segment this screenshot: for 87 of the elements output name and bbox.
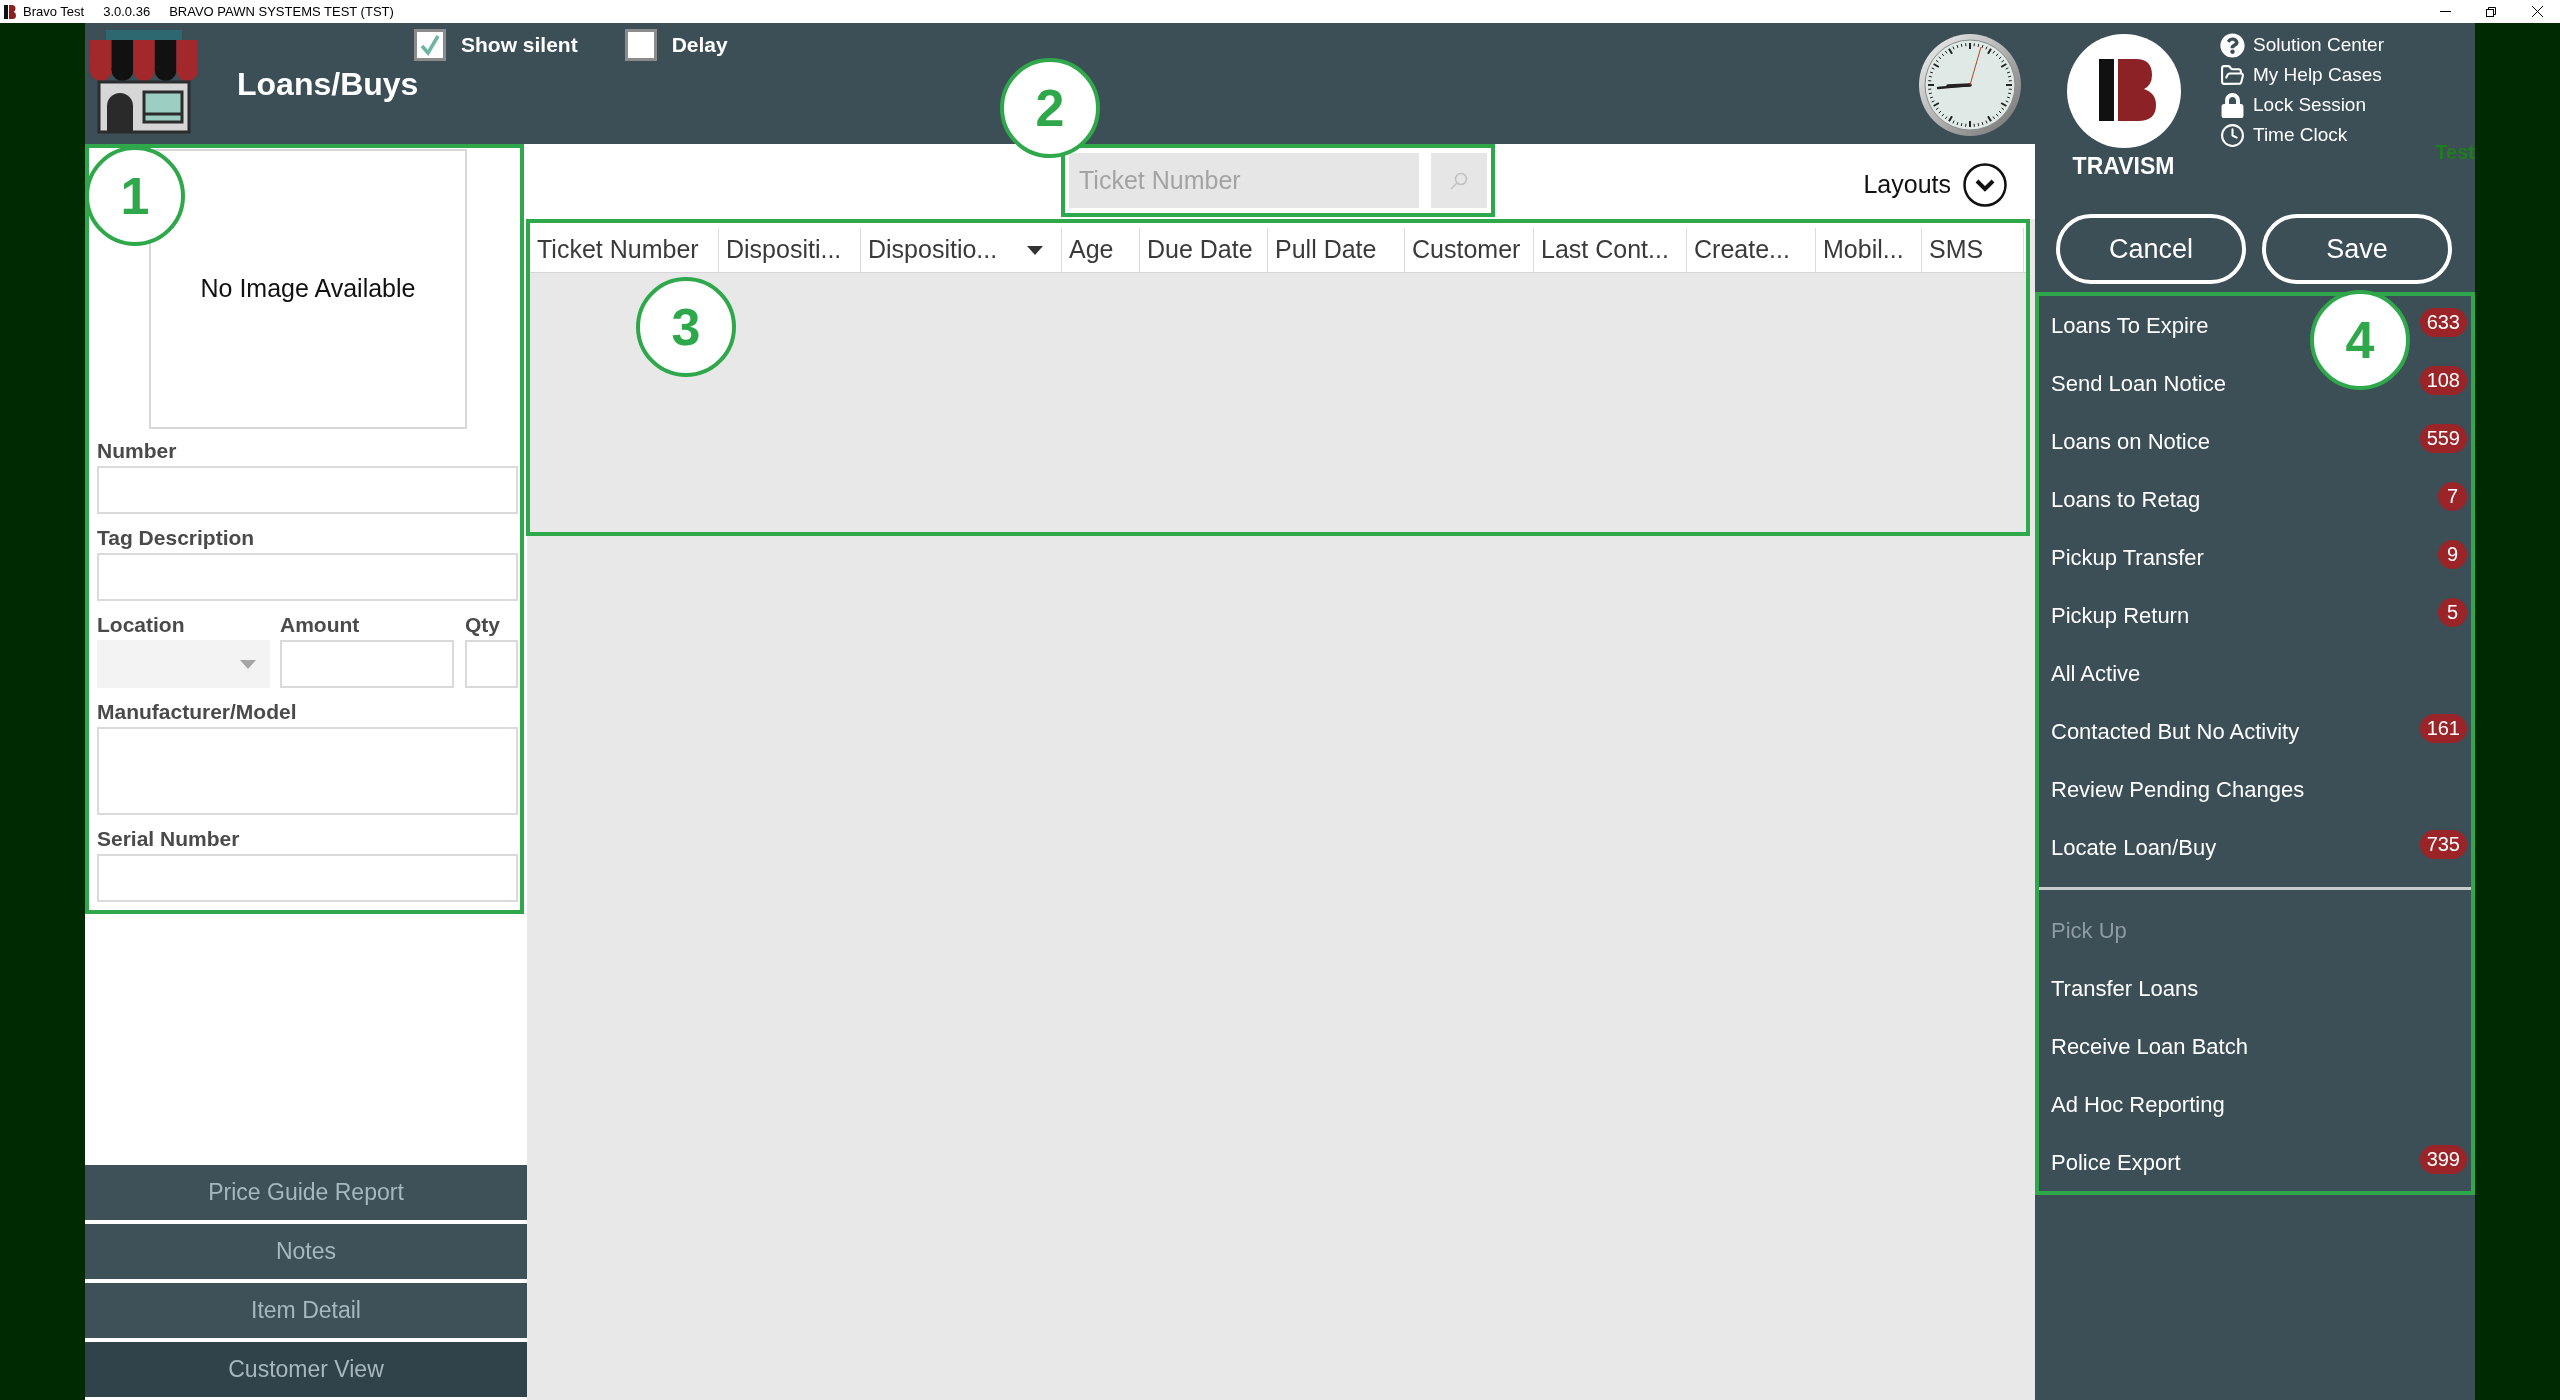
close-icon — [2531, 6, 2543, 17]
restore-icon — [2486, 6, 2496, 17]
panel-tab[interactable]: Customer View — [85, 1342, 527, 1397]
column-header[interactable]: Age — [1062, 228, 1140, 272]
action-button[interactable]: Save — [2262, 214, 2452, 284]
count-badge: 633 — [2419, 307, 2467, 337]
input-field[interactable] — [97, 553, 518, 601]
app-logo-icon — [4, 4, 16, 19]
search-field[interactable]: Ticket Number — [1069, 153, 1419, 208]
search-button[interactable] — [1431, 153, 1487, 208]
panel-tab[interactable]: Item Detail — [85, 1283, 527, 1338]
column-header[interactable]: Customer — [1405, 228, 1534, 272]
field-label: Tag Description — [97, 525, 255, 551]
wall-clock-icon — [1918, 33, 2022, 137]
image-field[interactable]: No Image Available — [149, 149, 467, 429]
queue-item[interactable]: Locate Loan/Buy 735 — [2039, 818, 2471, 876]
column-header[interactable]: SMS — [1922, 228, 2024, 272]
layouts-dropdown[interactable]: Layouts — [1863, 163, 2007, 207]
column-header[interactable]: Create... — [1687, 228, 1816, 272]
count-badge: 399 — [2419, 1144, 2467, 1174]
dropdown-field[interactable] — [97, 640, 270, 688]
checkbox-label: Show silent — [461, 32, 578, 59]
count-badge: 108 — [2419, 365, 2467, 395]
queue-item[interactable]: Loans on Notice 559 — [2039, 412, 2471, 470]
callout-number: 3 — [636, 277, 736, 377]
count-badge: 5 — [2438, 597, 2467, 627]
count-badge: 735 — [2419, 829, 2467, 859]
count-badge: 161 — [2419, 713, 2467, 743]
environment-tag: Test — [2435, 140, 2475, 164]
environment-name: BRAVO PAWN SYSTEMS TEST (TST) — [169, 2, 394, 21]
queue-item[interactable]: Contacted But No Activity 161 — [2039, 702, 2471, 760]
count-badge: 9 — [2438, 539, 2467, 569]
clock-icon — [2220, 122, 2245, 148]
help-icon — [2220, 32, 2245, 58]
queue-item[interactable]: Receive Loan Batch — [2039, 1017, 2471, 1075]
chevron-down-icon — [1963, 163, 2007, 207]
text-area[interactable] — [97, 727, 518, 815]
user-name: TRAVISM — [2072, 153, 2175, 179]
queue-item[interactable]: Transfer Loans — [2039, 959, 2471, 1017]
column-header[interactable]: Pull Date — [1268, 228, 1405, 272]
input-field[interactable] — [465, 640, 518, 688]
checkbox-label: Delay — [671, 32, 728, 59]
queue-item[interactable]: Review Pending Changes — [2039, 760, 2471, 818]
count-badge: 559 — [2419, 423, 2467, 453]
column-header[interactable]: Dispositio... — [861, 228, 1062, 272]
lock-icon — [2220, 92, 2245, 118]
queue-item[interactable]: Ad Hoc Reporting — [2039, 1075, 2471, 1133]
queue-item[interactable]: All Active — [2039, 644, 2471, 702]
field-label: Number — [97, 438, 177, 464]
caret-icon — [240, 659, 256, 669]
check-icon — [419, 34, 441, 56]
queue-item[interactable]: Pickup Transfer 9 — [2039, 528, 2471, 586]
search-icon — [1450, 171, 1468, 190]
header-link[interactable]: Time Clock — [2220, 120, 2348, 150]
action-button[interactable]: Cancel — [2056, 214, 2246, 284]
minimize-icon — [2439, 11, 2451, 12]
column-header[interactable]: Due Date — [1140, 228, 1268, 272]
header-link[interactable]: Lock Session — [2220, 90, 2366, 120]
checkbox[interactable] — [624, 29, 657, 61]
header-link[interactable]: My Help Cases — [2220, 60, 2382, 90]
count-badge: 7 — [2438, 481, 2467, 511]
column-header[interactable]: Dispositi... — [719, 228, 861, 272]
input-field[interactable] — [97, 466, 518, 514]
header-link[interactable]: Solution Center — [2220, 30, 2384, 60]
field-label: Qty — [465, 612, 500, 638]
store-icon — [90, 30, 198, 134]
column-header[interactable]: Ticket Number — [530, 228, 719, 272]
field-label: Location — [97, 612, 185, 638]
field-label: Amount — [280, 612, 360, 638]
queue-item[interactable]: Loans to Retag 7 — [2039, 470, 2471, 528]
input-field[interactable] — [280, 640, 454, 688]
app-name: Bravo Test — [23, 2, 85, 21]
caret-icon — [1027, 245, 1043, 255]
panel-tab[interactable]: Notes — [85, 1224, 527, 1279]
input-field[interactable] — [97, 854, 518, 902]
version-text: 3.0.0.36 — [103, 2, 151, 21]
queue-item[interactable]: Pickup Return 5 — [2039, 586, 2471, 644]
field-label: Serial Number — [97, 826, 240, 852]
folder-icon — [2220, 62, 2245, 88]
callout-number: 4 — [2310, 290, 2410, 390]
page-title: Loans/Buys — [237, 65, 419, 103]
panel-tab[interactable]: Price Guide Report — [85, 1165, 527, 1220]
field-label: Manufacturer/Model — [97, 699, 297, 725]
column-header[interactable]: Last Cont... — [1534, 228, 1687, 272]
queue-item[interactable]: Police Export 399 — [2039, 1133, 2471, 1191]
column-header[interactable]: Mobil... — [1816, 228, 1922, 272]
checkbox[interactable] — [414, 29, 446, 61]
